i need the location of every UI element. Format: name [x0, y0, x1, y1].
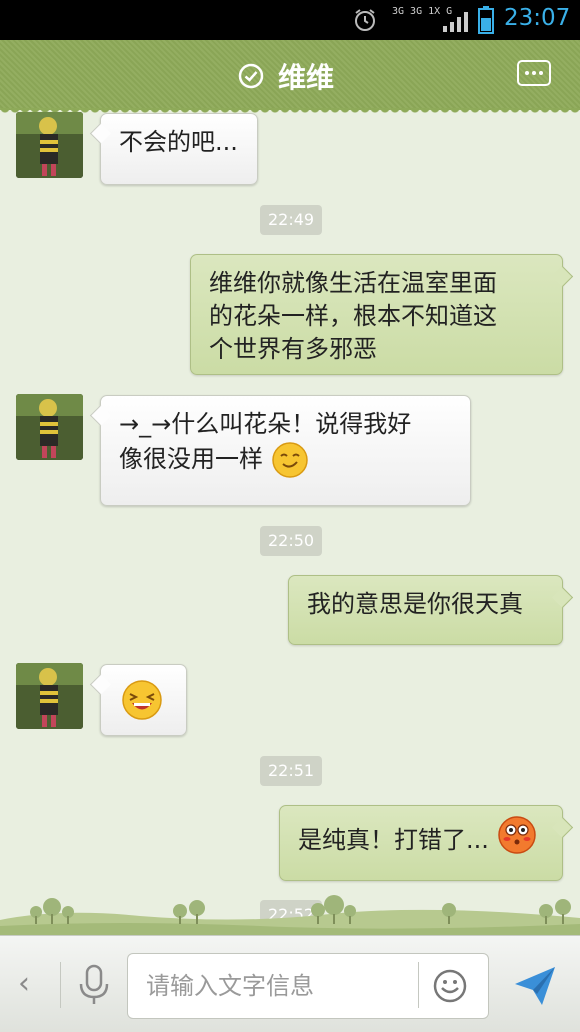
decorative-landscape [0, 895, 580, 935]
message-text: 我的意思是你很天真 [307, 590, 523, 618]
message-text: 是纯真！打错了... [298, 826, 489, 854]
message-line: 维维你就像生活在温室里面 [209, 269, 497, 297]
battery-icon [478, 6, 494, 34]
input-bar: ‹ [0, 935, 580, 1032]
check-circle-icon [238, 63, 264, 89]
dot-icon [539, 71, 543, 75]
chat-header: 维维 [0, 40, 580, 116]
send-icon[interactable] [512, 964, 558, 1008]
divider [418, 962, 419, 1008]
message-line: →_→什么叫花朵！说得我好 [119, 410, 412, 438]
grin-emoji-icon [271, 442, 308, 478]
chat-area[interactable]: 不会的吧... 22:49 维维你就像生活在温室里面 的花朵一样，根本不知道这 … [0, 110, 580, 935]
avatar-image [16, 663, 83, 729]
message-bubble-outgoing[interactable]: 维维你就像生活在温室里面 的花朵一样，根本不知道这 个世界有多邪恶 [190, 254, 563, 375]
alarm-icon [355, 9, 375, 31]
avatar[interactable] [16, 112, 83, 178]
avatar-image [16, 394, 83, 460]
message-text: 不会的吧... [119, 128, 238, 156]
divider [60, 962, 61, 1008]
contact-name: 维维 [278, 61, 335, 94]
message-bubble-outgoing[interactable]: 是纯真！打错了... [279, 805, 563, 881]
avatar[interactable] [16, 663, 83, 729]
message-line: 的花朵一样，根本不知道这 [209, 302, 497, 330]
smiley-icon[interactable] [432, 968, 468, 1004]
microphone-icon[interactable] [78, 964, 110, 1006]
avatar[interactable] [16, 394, 83, 460]
status-bar: 3G 3G 1X G 23:07 [0, 0, 580, 40]
message-bubble-incoming[interactable] [100, 664, 187, 736]
message-line: 像很没用一样 [119, 445, 263, 473]
more-button[interactable] [517, 60, 551, 86]
status-time: 23:07 [504, 5, 571, 31]
message-line-with-emoji: 像很没用一样 [119, 441, 452, 479]
timestamp: 22:51 [260, 756, 323, 786]
message-line: 个世界有多邪恶 [209, 335, 377, 363]
back-icon[interactable]: ‹ [18, 966, 30, 1001]
timestamp: 22:50 [260, 526, 323, 556]
blush-emoji-icon [497, 816, 536, 854]
dot-icon [525, 71, 529, 75]
timestamp: 22:49 [260, 205, 323, 235]
dot-icon [532, 71, 536, 75]
message-bubble-incoming[interactable]: →_→什么叫花朵！说得我好 像很没用一样 [100, 395, 471, 506]
signal-icon [443, 12, 468, 32]
avatar-image [16, 112, 83, 178]
laugh-emoji-icon [122, 680, 162, 720]
message-bubble-incoming[interactable]: 不会的吧... [100, 113, 258, 185]
message-bubble-outgoing[interactable]: 我的意思是你很天真 [288, 575, 563, 645]
